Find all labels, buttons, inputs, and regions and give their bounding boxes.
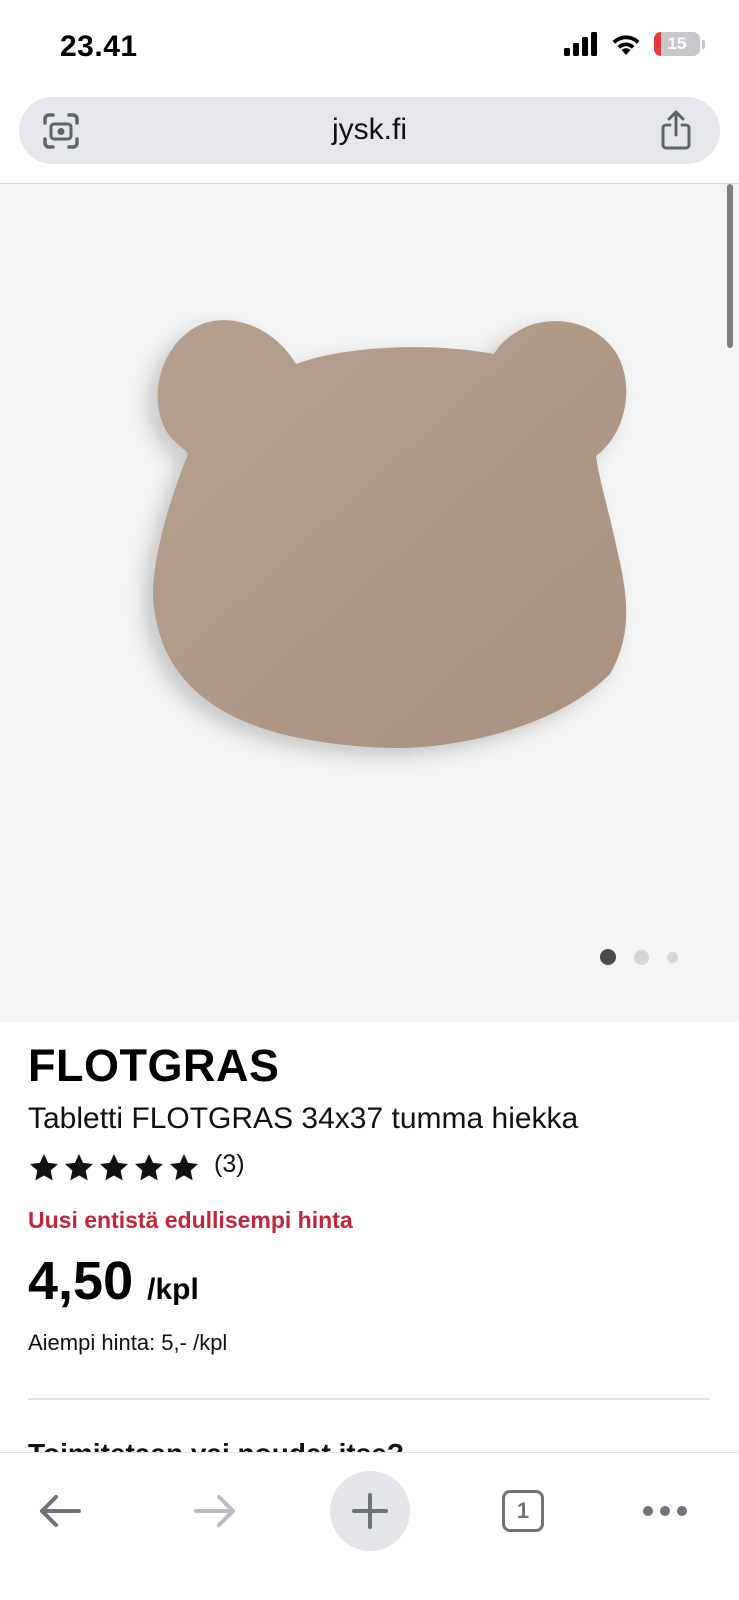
rating-stars bbox=[28, 1152, 200, 1184]
browser-toolbar: 1 bbox=[0, 1452, 739, 1600]
arrow-left-icon[interactable] bbox=[37, 1493, 83, 1529]
previous-price: Aiempi hinta: 5,- /kpl bbox=[28, 1330, 228, 1355]
forward-button[interactable] bbox=[175, 1471, 255, 1551]
star-icon bbox=[135, 1154, 163, 1181]
product-subtitle: Tabletti FLOTGRAS 34x37 tumma hiekka bbox=[28, 1102, 579, 1135]
product-image-gallery[interactable] bbox=[0, 184, 739, 1022]
more-button[interactable] bbox=[625, 1471, 705, 1551]
status-time: 23.41 bbox=[60, 30, 138, 63]
carousel-dot-1[interactable] bbox=[600, 949, 616, 965]
rating-count[interactable]: (3) bbox=[214, 1150, 245, 1179]
tabs-button[interactable]: 1 bbox=[483, 1471, 563, 1551]
product-rating[interactable]: (3) bbox=[28, 1150, 245, 1184]
star-icon bbox=[170, 1154, 198, 1181]
wifi-icon bbox=[612, 35, 640, 55]
price-value: 4,50 bbox=[28, 1251, 134, 1311]
back-button[interactable] bbox=[20, 1471, 100, 1551]
battery-low-icon: 15 bbox=[654, 32, 700, 56]
star-icon bbox=[30, 1154, 58, 1181]
battery-cap bbox=[702, 39, 705, 49]
cellular-signal-icon bbox=[564, 32, 597, 56]
arrow-right-icon[interactable] bbox=[192, 1493, 238, 1529]
battery-level: 15 bbox=[667, 34, 687, 53]
carousel-dot-2[interactable] bbox=[634, 949, 649, 965]
new-tab-button[interactable] bbox=[330, 1471, 410, 1551]
price: 4,50 /kpl bbox=[28, 1250, 199, 1312]
share-icon[interactable] bbox=[656, 109, 696, 151]
more-horizontal-icon[interactable] bbox=[642, 1505, 688, 1517]
plus-icon[interactable] bbox=[352, 1493, 388, 1529]
product-brand: FLOTGRAS bbox=[28, 1040, 280, 1091]
product-image[interactable] bbox=[0, 184, 739, 1022]
star-icon bbox=[65, 1154, 93, 1181]
url-text[interactable]: jysk.fi bbox=[19, 113, 720, 147]
address-bar[interactable]: jysk.fi bbox=[19, 97, 720, 164]
carousel-dot-3[interactable] bbox=[667, 951, 678, 963]
tab-count[interactable]: 1 bbox=[502, 1490, 544, 1532]
scroll-indicator bbox=[727, 184, 733, 348]
carousel-dots[interactable] bbox=[600, 949, 678, 965]
section-divider bbox=[28, 1398, 710, 1400]
status-bar: 23.41 15 bbox=[0, 0, 739, 92]
promo-text: Uusi entistä edullisempi hinta bbox=[28, 1207, 353, 1233]
star-icon bbox=[100, 1154, 128, 1181]
status-icons: 15 bbox=[564, 32, 705, 56]
price-unit: /kpl bbox=[147, 1273, 199, 1306]
